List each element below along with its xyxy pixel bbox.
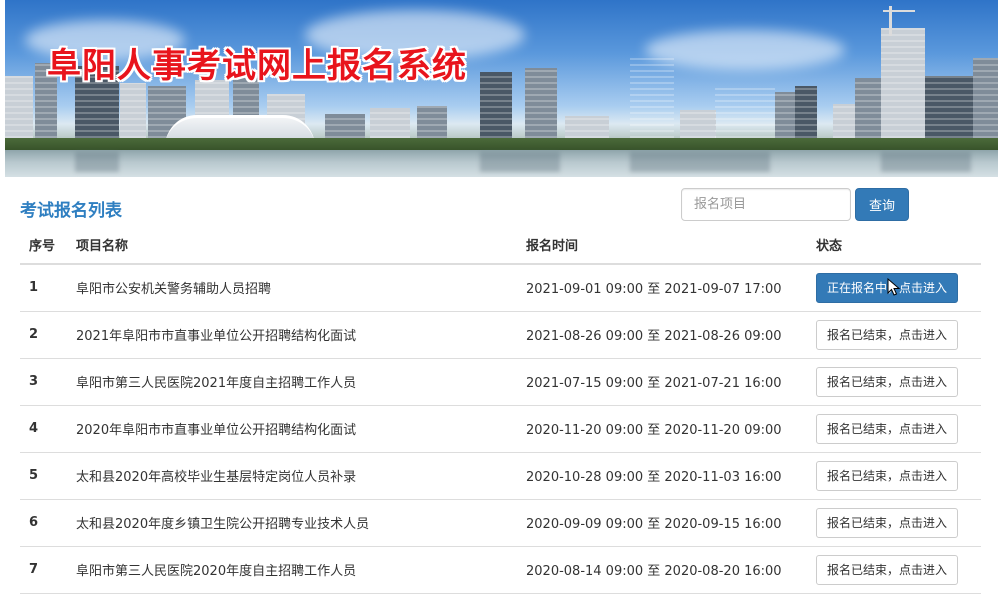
site-title: 阜阳人事考试网上报名系统: [47, 46, 467, 86]
row-number: 7: [20, 546, 67, 594]
header-banner: 阜阳人事考试网上报名系统: [5, 0, 998, 177]
registration-time: 2020-09-09 09:00 至 2020-09-15 16:00: [517, 499, 807, 547]
registration-time: 2020-10-28 09:00 至 2020-11-03 16:00: [517, 452, 807, 500]
status-button-closed[interactable]: 报名已结束，点击进入: [816, 460, 959, 491]
status-cell: 报名已结束，点击进入: [807, 311, 981, 359]
column-header-no: 序号: [20, 226, 67, 265]
search-button[interactable]: 查询: [855, 188, 909, 221]
project-name: 太和县2020年高校毕业生基层特定岗位人员补录: [67, 452, 517, 500]
project-name: 2020年阜阳市市直事业单位公开招聘结构化面试: [67, 405, 517, 453]
project-name: 阜阳市第三人民医院2020年度自主招聘工作人员: [67, 546, 517, 594]
exam-list-table: 序号 项目名称 报名时间 状态 1 阜阳市公安机关警务辅助人员招聘 2021-0…: [20, 226, 981, 594]
registration-time: 2020-08-14 09:00 至 2020-08-20 16:00: [517, 546, 807, 594]
row-number: 1: [20, 264, 67, 312]
table-row: 1 阜阳市公安机关警务辅助人员招聘 2021-09-01 09:00 至 202…: [20, 264, 981, 312]
row-number: 6: [20, 499, 67, 547]
search-input[interactable]: [681, 188, 851, 221]
mouse-pointer-icon: [887, 278, 901, 296]
column-header-time: 报名时间: [517, 226, 807, 265]
row-number: 2: [20, 311, 67, 359]
project-name: 太和县2020年度乡镇卫生院公开招聘专业技术人员: [67, 499, 517, 547]
table-row: 5 太和县2020年高校毕业生基层特定岗位人员补录 2020-10-28 09:…: [20, 452, 981, 500]
status-cell: 报名已结束，点击进入: [807, 546, 981, 594]
table-row: 6 太和县2020年度乡镇卫生院公开招聘专业技术人员 2020-09-09 09…: [20, 499, 981, 547]
row-number: 5: [20, 452, 67, 500]
table-row: 4 2020年阜阳市市直事业单位公开招聘结构化面试 2020-11-20 09:…: [20, 405, 981, 453]
status-cell: 报名已结束，点击进入: [807, 499, 981, 547]
status-button-closed[interactable]: 报名已结束，点击进入: [816, 554, 959, 585]
status-cell: 报名已结束，点击进入: [807, 452, 981, 500]
status-button-closed[interactable]: 报名已结束，点击进入: [816, 319, 959, 350]
status-button-closed[interactable]: 报名已结束，点击进入: [816, 366, 959, 397]
row-number: 4: [20, 405, 67, 453]
project-name: 2021年阜阳市市直事业单位公开招聘结构化面试: [67, 311, 517, 359]
status-button-closed[interactable]: 报名已结束，点击进入: [816, 507, 959, 538]
column-header-name: 项目名称: [67, 226, 517, 265]
table-row: 7 阜阳市第三人民医院2020年度自主招聘工作人员 2020-08-14 09:…: [20, 546, 981, 594]
registration-time: 2021-08-26 09:00 至 2021-08-26 09:00: [517, 311, 807, 359]
registration-time: 2021-09-01 09:00 至 2021-09-07 17:00: [517, 264, 807, 312]
registration-time: 2021-07-15 09:00 至 2021-07-21 16:00: [517, 358, 807, 406]
row-number: 3: [20, 358, 67, 406]
status-cell: 报名已结束，点击进入: [807, 358, 981, 406]
project-name: 阜阳市公安机关警务辅助人员招聘: [67, 264, 517, 312]
table-row: 3 阜阳市第三人民医院2021年度自主招聘工作人员 2021-07-15 09:…: [20, 358, 981, 406]
table-row: 2 2021年阜阳市市直事业单位公开招聘结构化面试 2021-08-26 09:…: [20, 311, 981, 359]
project-name: 阜阳市第三人民医院2021年度自主招聘工作人员: [67, 358, 517, 406]
status-button-closed[interactable]: 报名已结束，点击进入: [816, 413, 959, 444]
list-heading: 考试报名列表: [20, 201, 122, 221]
status-cell: 报名已结束，点击进入: [807, 405, 981, 453]
table-header-row: 序号 项目名称 报名时间 状态: [20, 226, 981, 265]
column-header-status: 状态: [807, 226, 981, 265]
registration-time: 2020-11-20 09:00 至 2020-11-20 09:00: [517, 405, 807, 453]
